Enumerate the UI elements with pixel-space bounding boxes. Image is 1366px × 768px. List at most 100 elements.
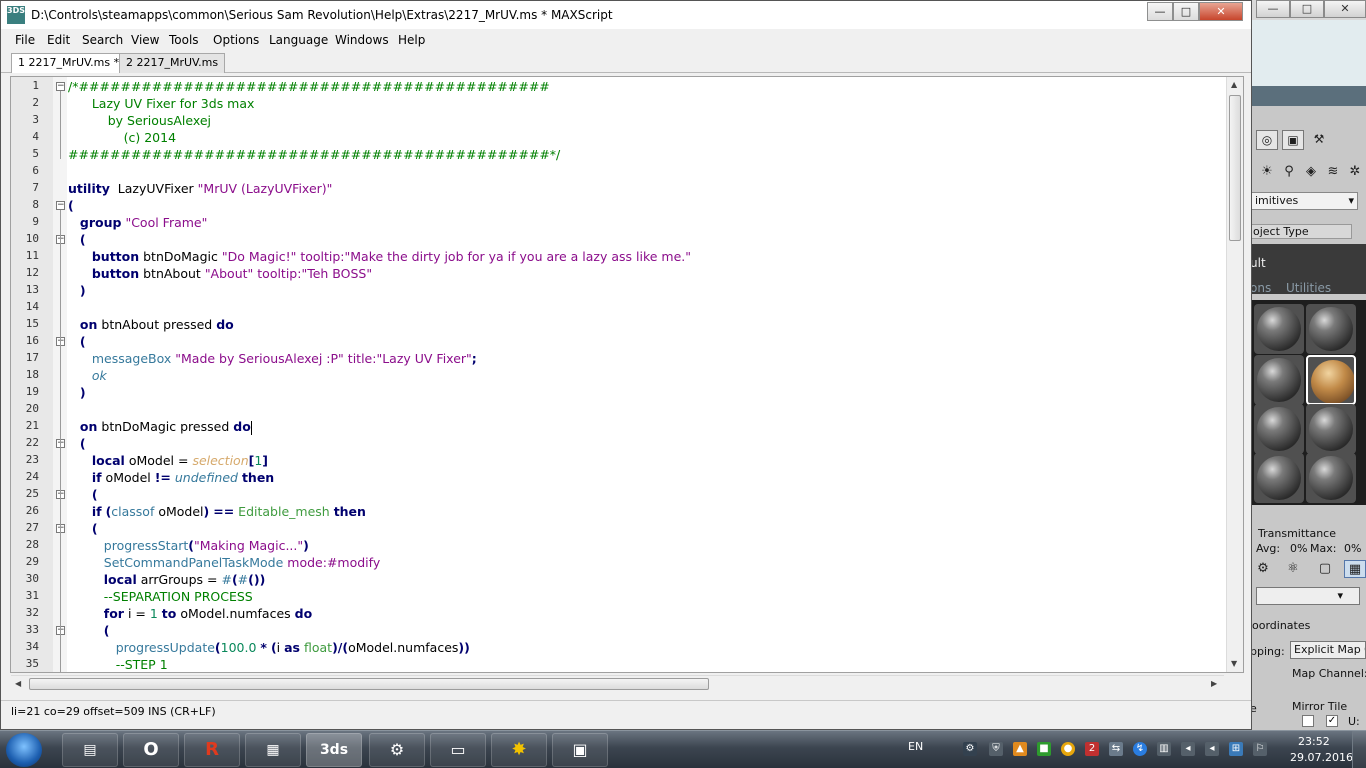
menu-help[interactable]: Help	[398, 33, 425, 47]
motion-icon[interactable]: ▣	[1282, 130, 1304, 150]
scroll-down-icon[interactable]: ▼	[1231, 659, 1237, 668]
notification-tray-icon[interactable]: 2	[1085, 742, 1099, 756]
code-line[interactable]: --STEP 1	[68, 656, 168, 672]
scroll-right-icon[interactable]: ▶	[1211, 679, 1217, 688]
taskbar-app-monitor[interactable]: ▤	[62, 733, 118, 767]
menu-edit[interactable]: Edit	[47, 33, 70, 47]
taskbar-app-r[interactable]: R	[184, 733, 240, 767]
code-line[interactable]: (	[68, 520, 98, 537]
code-line[interactable]: (c) 2014	[68, 129, 176, 146]
steam-tray-icon[interactable]: ⚙	[963, 742, 977, 756]
background-minimize-button[interactable]: —	[1256, 0, 1290, 18]
code-line[interactable]: )	[68, 282, 86, 299]
code-line[interactable]: ########################################…	[68, 146, 560, 163]
code-line[interactable]: SetCommandPanelTaskMode mode:#modify	[68, 554, 380, 571]
code-line[interactable]: --SEPARATION PROCESS	[68, 588, 253, 605]
code-line[interactable]: on btnAbout pressed do	[68, 316, 234, 333]
scroll-left-icon[interactable]: ◀	[15, 679, 21, 688]
code-line[interactable]: (	[68, 435, 86, 452]
light-icon[interactable]: ☀	[1256, 163, 1278, 181]
language-indicator[interactable]: EN	[908, 740, 923, 753]
background-close-button[interactable]: ✕	[1324, 0, 1366, 18]
fold-toggle-icon[interactable]: −	[56, 201, 65, 210]
show-desktop-button[interactable]	[1352, 731, 1366, 768]
copy-map-icon[interactable]: ⚛	[1282, 560, 1304, 578]
code-line[interactable]: messageBox "Made by SeriousAlexej :P" ti…	[68, 350, 477, 367]
spacewarp-icon[interactable]: ≋	[1322, 163, 1344, 181]
code-line[interactable]: (	[68, 622, 110, 639]
mapping-dropdown[interactable]: Explicit Map Ch	[1290, 641, 1366, 659]
checker-icon[interactable]: ▦	[1344, 560, 1366, 578]
clock-time[interactable]: 23:52	[1298, 735, 1330, 748]
camera-icon[interactable]: ⚲	[1278, 163, 1300, 181]
background-maximize-button[interactable]: □	[1290, 0, 1324, 18]
network-tray-icon[interactable]: ▥	[1157, 742, 1171, 756]
app-tray-icon[interactable]: ▲	[1013, 742, 1027, 756]
material-slot[interactable]	[1254, 304, 1304, 354]
material-slot[interactable]	[1254, 404, 1304, 454]
code-line[interactable]: group "Cool Frame"	[68, 214, 207, 231]
volume-tray-icon[interactable]: ◂	[1181, 742, 1195, 756]
close-button[interactable]: ✕	[1199, 2, 1243, 21]
action-center-tray-icon[interactable]: ⚐	[1253, 742, 1267, 756]
map-dropdown[interactable]: ▾	[1256, 587, 1360, 605]
green-tray-icon[interactable]: ■	[1037, 742, 1051, 756]
start-button[interactable]	[6, 733, 42, 767]
tab-file-2[interactable]: 2 2217_MrUV.ms	[119, 53, 226, 73]
helper-icon[interactable]: ◈	[1300, 163, 1322, 181]
shield-tray-icon[interactable]: ⛨	[989, 742, 1003, 756]
maxscript-app-icon[interactable]: 3DS	[7, 6, 25, 24]
menu-search[interactable]: Search	[82, 33, 123, 47]
utilities-label[interactable]: Utilities	[1286, 281, 1331, 295]
hierarchy-icon[interactable]: ◎	[1256, 130, 1278, 150]
code-line[interactable]: ok	[68, 367, 107, 384]
material-slot[interactable]	[1306, 404, 1356, 454]
code-line[interactable]: (	[68, 231, 86, 248]
code-line[interactable]: /*######################################…	[68, 78, 550, 95]
object-type-rollout[interactable]: oject Type	[1250, 224, 1352, 239]
taskbar-app-opera[interactable]: O	[123, 733, 179, 767]
material-slot[interactable]	[1306, 304, 1356, 354]
code-line[interactable]: button btnDoMagic "Do Magic!" tooltip:"M…	[68, 248, 691, 265]
code-line[interactable]: if (classof oModel) == Editable_mesh the…	[68, 503, 366, 520]
code-line[interactable]: progressStart("Making Magic...")	[68, 537, 309, 554]
systems-icon[interactable]: ✲	[1344, 163, 1366, 181]
taskbar-app-explorer[interactable]: ▭	[430, 733, 486, 767]
material-slot[interactable]	[1254, 355, 1304, 405]
scroll-up-icon[interactable]: ▲	[1231, 80, 1237, 89]
options-label[interactable]: ons	[1250, 281, 1271, 295]
menu-tools[interactable]: Tools	[169, 33, 199, 47]
vertical-scrollbar[interactable]: ▲ ▼	[1226, 77, 1243, 672]
code-editor[interactable]: 1 2 3 4 5 6 7 8 9 10 11 12 13 14 15 16 17 18 19 20 21 22 23 24 2…	[10, 76, 1244, 673]
taskbar-app-steam[interactable]: ⚙	[369, 733, 425, 767]
tile-checkbox[interactable]: ✓	[1326, 715, 1338, 727]
code-line[interactable]: (	[68, 197, 74, 214]
update-tray-icon[interactable]: ↯	[1133, 742, 1147, 756]
mirror-checkbox[interactable]	[1302, 715, 1314, 727]
taskbar-app-3dsmax[interactable]: 3ds	[306, 733, 362, 767]
code-line[interactable]: progressUpdate(100.0 * (i as float)/(oMo…	[68, 639, 470, 656]
menu-language[interactable]: Language	[269, 33, 328, 47]
hammer-icon[interactable]: ⚒	[1308, 130, 1330, 150]
vertical-scroll-thumb[interactable]	[1229, 95, 1241, 241]
primitives-dropdown[interactable]: imitives ▾	[1250, 192, 1358, 210]
code-line[interactable]: by SeriousAlexej	[68, 112, 211, 129]
menu-view[interactable]: View	[131, 33, 159, 47]
code-line[interactable]: Lazy UV Fixer for 3ds max	[68, 95, 255, 112]
taskbar-app-winrar[interactable]: ▦	[245, 733, 301, 767]
horizontal-scroll-thumb[interactable]	[29, 678, 709, 690]
coordinates-rollout[interactable]: oordinates	[1252, 619, 1310, 632]
horizontal-scrollbar[interactable]: ◀ ▶	[11, 675, 1224, 692]
menu-windows[interactable]: Windows	[335, 33, 389, 47]
taskbar-app-box[interactable]: ▣	[552, 733, 608, 767]
code-line[interactable]: button btnAbout "About" tooltip:"Teh BOS…	[68, 265, 372, 282]
clock-date[interactable]: 29.07.2016	[1290, 751, 1353, 764]
speaker-tray-icon[interactable]: ◂	[1205, 742, 1219, 756]
code-line[interactable]: local oModel = selection[1]	[68, 452, 268, 469]
usb-tray-icon[interactable]: ⇆	[1109, 742, 1123, 756]
show-map-icon[interactable]: ⚙	[1252, 560, 1274, 578]
fold-toggle-icon[interactable]: −	[56, 82, 65, 91]
code-line[interactable]: (	[68, 333, 86, 350]
material-slot[interactable]	[1254, 453, 1304, 503]
orange-tray-icon[interactable]: ●	[1061, 742, 1075, 756]
